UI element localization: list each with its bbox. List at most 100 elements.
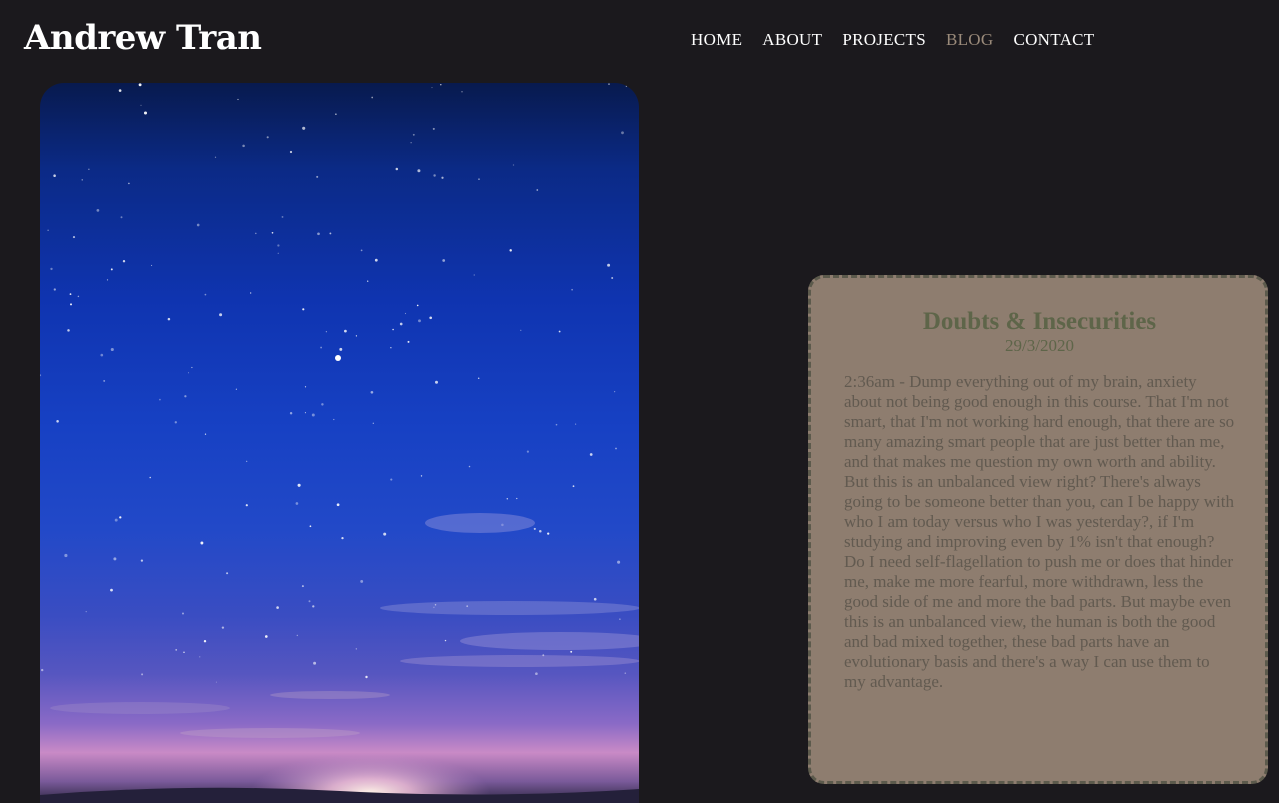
star (371, 96, 374, 99)
star (100, 353, 104, 357)
star (245, 504, 248, 507)
star (266, 136, 269, 139)
cloud (270, 691, 390, 699)
star (304, 386, 307, 388)
star (440, 83, 442, 86)
star (110, 268, 113, 271)
star (289, 411, 293, 415)
star (404, 312, 407, 315)
star (187, 372, 190, 374)
star (53, 174, 56, 177)
star (506, 498, 509, 500)
star (431, 87, 433, 89)
star (204, 293, 207, 296)
star (140, 559, 144, 562)
star (77, 295, 80, 298)
star (191, 366, 193, 369)
star (289, 150, 293, 154)
star (301, 585, 304, 588)
cloud (425, 513, 535, 533)
star (526, 450, 529, 453)
star (312, 605, 315, 608)
star (572, 485, 575, 488)
star (69, 303, 73, 306)
star (313, 661, 317, 665)
star (167, 317, 171, 321)
nav-blog[interactable]: BLOG (946, 30, 993, 50)
star (81, 179, 83, 181)
star (295, 502, 299, 505)
star (47, 229, 49, 231)
star (336, 503, 340, 507)
star (539, 530, 542, 533)
star (40, 374, 42, 377)
star (204, 433, 207, 435)
star (215, 681, 217, 683)
star (277, 244, 280, 247)
star (341, 536, 344, 540)
star (56, 420, 59, 423)
star (69, 293, 72, 295)
star (619, 618, 621, 620)
star (221, 626, 225, 629)
star (509, 249, 512, 252)
cloud (180, 728, 360, 738)
star (302, 126, 306, 130)
star (416, 304, 419, 307)
star (181, 612, 185, 615)
star (407, 340, 410, 343)
star (468, 465, 471, 468)
star (138, 83, 142, 87)
star (399, 322, 403, 326)
star (302, 308, 305, 311)
star (317, 232, 320, 236)
star (383, 532, 387, 536)
star (304, 412, 306, 414)
star (88, 168, 90, 170)
star (615, 447, 617, 450)
star (113, 557, 117, 561)
star (355, 648, 357, 650)
star (520, 329, 522, 331)
star (372, 422, 374, 424)
star (547, 532, 550, 535)
star (175, 649, 178, 651)
star (344, 329, 347, 333)
star (255, 232, 257, 235)
star (575, 423, 577, 425)
cloud (50, 702, 230, 714)
nav-projects[interactable]: PROJECTS (842, 30, 926, 50)
star (390, 478, 393, 481)
star (536, 189, 539, 191)
star (50, 267, 53, 271)
star (624, 672, 627, 674)
star (367, 280, 369, 282)
nav-about[interactable]: ABOUT (762, 30, 822, 50)
star (611, 277, 614, 279)
post-body: 2:36am - Dump everything out of my brain… (844, 372, 1235, 691)
star (118, 89, 122, 92)
star (64, 553, 68, 558)
star (159, 398, 161, 401)
main-nav: HOME ABOUT PROJECTS BLOG CONTACT (691, 30, 1094, 50)
star (360, 249, 363, 252)
star (392, 328, 394, 331)
star (67, 329, 70, 332)
star (625, 85, 628, 87)
star (174, 421, 177, 424)
star (442, 259, 446, 262)
star (412, 133, 415, 136)
site-title[interactable]: Andrew Tran (24, 18, 262, 58)
nav-contact[interactable]: CONTACT (1013, 30, 1094, 50)
star (96, 209, 100, 212)
nav-home[interactable]: HOME (691, 30, 742, 50)
star (242, 144, 245, 148)
star (183, 651, 185, 653)
star (271, 231, 274, 234)
star (120, 216, 123, 219)
star (432, 127, 435, 130)
star (320, 346, 323, 349)
star (309, 525, 312, 528)
star (141, 673, 144, 676)
stars-layer (40, 83, 639, 803)
